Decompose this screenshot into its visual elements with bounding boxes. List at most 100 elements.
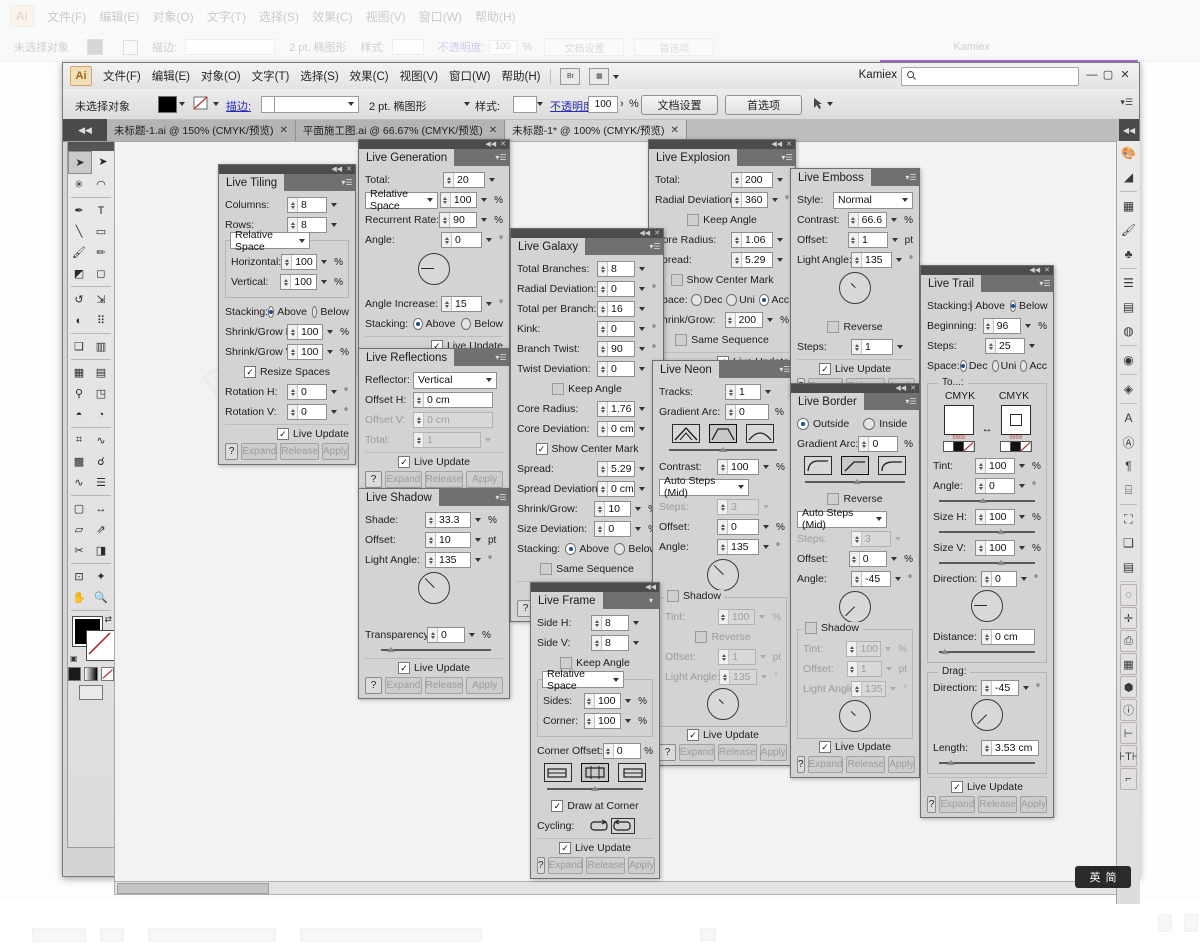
size-h-input[interactable]: 100	[975, 509, 1015, 525]
apply-button[interactable]: Apply	[466, 677, 504, 694]
transparency-slider[interactable]	[381, 646, 491, 654]
arrange-documents-icon[interactable]: ▦	[589, 67, 610, 85]
fill-chevron-down-icon[interactable]	[179, 102, 185, 106]
help-button[interactable]: ?	[537, 857, 545, 874]
stroke-profile-chevron-down-icon[interactable]	[464, 102, 470, 106]
color-mode-gradient-icon[interactable]	[84, 667, 98, 681]
symbols-panel-icon[interactable]: ♣	[1117, 242, 1140, 266]
drag-direction-dial[interactable]	[971, 699, 1003, 731]
panel-title[interactable]: Live Border	[791, 393, 864, 410]
cycling-reverse-icon[interactable]	[611, 818, 635, 834]
contrast-input[interactable]: 66.6	[847, 212, 888, 228]
rotate-tool[interactable]: ↺	[68, 289, 90, 310]
tracks-input[interactable]: 1	[725, 384, 761, 400]
panel-menu-icon[interactable]: ▾☰	[493, 489, 509, 506]
user-account-label[interactable]: Kamiex	[859, 69, 897, 81]
tab-panel-icon[interactable]: ⌐	[1120, 768, 1137, 790]
core-radius-input[interactable]: 1.06	[731, 232, 773, 248]
angle-stepper[interactable]	[852, 572, 862, 586]
corner-offset-input[interactable]: 0	[602, 743, 642, 759]
panel-title[interactable]: Live Shadow	[359, 489, 439, 506]
spread-deviation-chevron-down-icon[interactable]	[639, 487, 645, 491]
apply-button[interactable]: Apply	[888, 756, 916, 773]
perspective-selection-tool[interactable]: ☌	[90, 451, 112, 472]
panel-title[interactable]: Live Neon	[653, 361, 719, 378]
lasso-panel-icon[interactable]: ◌	[1120, 584, 1137, 606]
drag-direction-chevron-down-icon[interactable]	[1023, 686, 1029, 690]
vertical-input[interactable]: 100	[280, 274, 318, 290]
free-transform-tool[interactable]: ⠿	[90, 310, 112, 331]
vertical-stepper[interactable]	[281, 275, 292, 289]
blend-tool[interactable]: ◳	[90, 383, 112, 404]
color-panel-icon[interactable]: 🎨	[1117, 141, 1140, 165]
horizontal-scrollbar[interactable]	[114, 881, 1118, 895]
tracks-stepper[interactable]	[726, 385, 736, 399]
color-modes-to[interactable]	[999, 441, 1032, 452]
stroke-weight-chevron-down-icon[interactable]	[348, 102, 354, 106]
sides-chevron-down-icon[interactable]	[625, 699, 632, 703]
panel-grip[interactable]: ◀◀ ✕	[359, 140, 509, 149]
text-wrap-panel-icon[interactable]: ⊦T⊦	[1119, 745, 1138, 767]
angle-chevron-down-icon[interactable]	[763, 545, 769, 549]
angle-input[interactable]: -45	[851, 571, 891, 587]
core-radius-chevron-down-icon[interactable]	[639, 407, 645, 411]
collapse-icon[interactable]: ◀◀	[1029, 267, 1040, 274]
columns-stepper[interactable]	[288, 198, 298, 212]
gradient-arc-input[interactable]: 0	[725, 404, 769, 420]
spread-input[interactable]: 5.29	[731, 252, 773, 268]
collapse-icon[interactable]: ◀◀	[645, 584, 656, 591]
menu-select[interactable]: 选择(S)	[300, 68, 338, 84]
panel-menu-icon[interactable]: ▾☰	[1037, 275, 1053, 292]
help-button[interactable]: ?	[225, 443, 239, 460]
draw-at-corner-checkbox[interactable]: ✓	[551, 800, 564, 812]
select-similar-chevron-down-icon[interactable]	[827, 102, 833, 106]
expand-button[interactable]: Expand	[385, 677, 422, 694]
panel-grip[interactable]: ◀◀ ✕	[219, 165, 355, 174]
space-uni-radio[interactable]	[991, 360, 999, 372]
spread-chevron-down-icon[interactable]	[777, 258, 783, 262]
panel-grip[interactable]: ◀◀ ✕	[791, 384, 919, 393]
panel-live-trail[interactable]: ◀◀ ✕ Live Trail ▾☰ Stacking: Above Below …	[920, 265, 1054, 818]
warp-tool[interactable]: ∿	[90, 430, 112, 451]
release-button[interactable]: Release	[424, 677, 464, 694]
indent-panel-icon[interactable]: ⊢	[1120, 722, 1137, 744]
stroke-panel-icon[interactable]: ☰	[1117, 271, 1140, 295]
panel-menu-icon[interactable]: ▾☰	[647, 238, 663, 255]
live-paint-selection-tool[interactable]: ◔	[90, 404, 112, 425]
swap-colors-icon[interactable]: ↔	[982, 423, 993, 435]
angle-dial[interactable]	[707, 559, 739, 591]
appearance-panel-icon[interactable]: ◉	[1117, 348, 1140, 372]
glyphs-panel-icon[interactable]: ⌸	[1117, 478, 1140, 502]
release-button[interactable]: Release	[717, 744, 757, 761]
core-deviation-input[interactable]: 0 cm	[597, 421, 635, 437]
kink-chevron-down-icon[interactable]	[639, 327, 645, 331]
close-icon[interactable]: ✕	[1044, 267, 1050, 274]
magic-wand-tool[interactable]: ✳	[68, 174, 90, 195]
panel-menu-icon[interactable]: ▾☰	[903, 393, 919, 410]
space-mode-select[interactable]: Relative Space	[230, 229, 310, 253]
arrange-chevron-down-icon[interactable]	[613, 75, 620, 79]
offset-h-input[interactable]: 0 cm	[413, 392, 493, 408]
vertical-chevron-down-icon[interactable]	[321, 280, 328, 284]
steps-chevron-down-icon[interactable]	[1029, 344, 1035, 348]
shrink-v-input[interactable]: 100	[287, 344, 324, 360]
ime-indicator[interactable]: 英 简	[1075, 866, 1131, 888]
space-mode-chevron-down-icon[interactable]	[299, 238, 305, 243]
twist-deviation-input[interactable]: 0	[597, 361, 635, 377]
outside-radio[interactable]	[797, 418, 809, 430]
default-fill-stroke-icon[interactable]: ▣	[70, 654, 78, 663]
auto-steps-chevron-down-icon[interactable]	[876, 517, 882, 521]
stacking-below-radio[interactable]	[311, 306, 318, 318]
light-angle-chevron-down-icon[interactable]	[475, 558, 481, 562]
steps-stepper[interactable]	[852, 340, 862, 354]
steps-stepper[interactable]	[986, 339, 996, 353]
offset-stepper[interactable]	[718, 520, 728, 534]
space-stepper[interactable]	[440, 193, 451, 207]
gradient-tool[interactable]: ▤	[90, 362, 112, 383]
angle-slider[interactable]	[939, 497, 1035, 505]
steps-chevron-down-icon[interactable]	[897, 345, 903, 349]
tint-input[interactable]: 100	[975, 458, 1015, 474]
drag-direction-stepper[interactable]	[982, 681, 992, 695]
space-mode-chevron-down-icon[interactable]	[613, 677, 619, 682]
stacking-above-radio[interactable]	[412, 318, 423, 330]
